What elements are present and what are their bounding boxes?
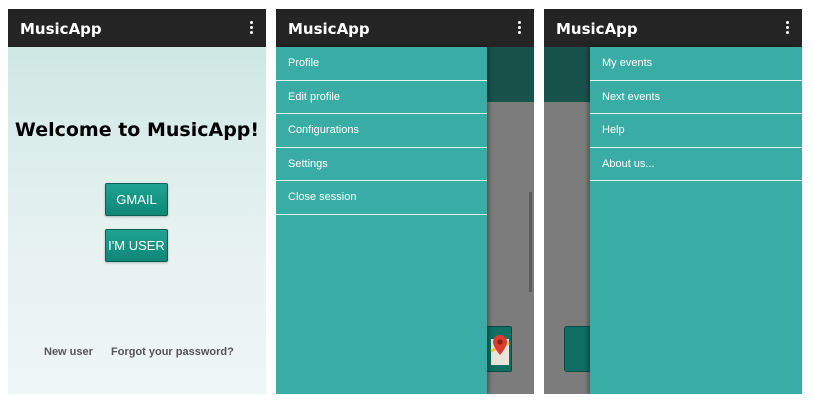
- drawer-item-edit-profile[interactable]: Edit profile: [276, 81, 487, 114]
- navigation-drawer: Profile Edit profile Configurations Sett…: [276, 47, 487, 394]
- drawer-item-configurations[interactable]: Configurations: [276, 114, 487, 148]
- more-vert-icon[interactable]: [248, 21, 254, 37]
- scrollbar[interactable]: [529, 192, 532, 292]
- menu-item-about-us[interactable]: About us...: [590, 148, 802, 181]
- menu-item-my-events[interactable]: My events: [590, 47, 802, 81]
- im-user-button[interactable]: I'M USER: [105, 229, 168, 262]
- gmail-button[interactable]: GMAIL: [105, 183, 168, 216]
- more-vert-icon[interactable]: [784, 21, 790, 37]
- map-button[interactable]: [486, 326, 512, 372]
- welcome-screen: MusicApp Welcome to MusicApp! GMAIL I'M …: [8, 9, 266, 394]
- app-title: MusicApp: [20, 20, 102, 38]
- app-bar: MusicApp: [544, 9, 802, 47]
- welcome-heading: Welcome to MusicApp!: [14, 119, 260, 141]
- welcome-background: [8, 47, 266, 394]
- app-bar: MusicApp: [8, 9, 266, 47]
- drawer-item-settings[interactable]: Settings: [276, 148, 487, 181]
- left-drawer-screen: MusicApp Profile Edit profile Configurat…: [276, 9, 534, 394]
- right-menu-screen: MusicApp My events Next events Help Abou…: [544, 9, 802, 394]
- forgot-password-link[interactable]: Forgot your password?: [111, 346, 234, 358]
- new-user-link[interactable]: New user: [44, 346, 93, 358]
- overflow-menu: My events Next events Help About us...: [590, 47, 802, 394]
- app-title: MusicApp: [556, 20, 638, 38]
- app-bar: MusicApp: [276, 9, 534, 47]
- app-title: MusicApp: [288, 20, 370, 38]
- map-pin-icon: [490, 335, 510, 365]
- menu-item-help[interactable]: Help: [590, 114, 802, 148]
- drawer-item-close-session[interactable]: Close session: [276, 181, 487, 215]
- menu-item-next-events[interactable]: Next events: [590, 81, 802, 114]
- drawer-item-profile[interactable]: Profile: [276, 47, 487, 81]
- more-vert-icon[interactable]: [516, 21, 522, 37]
